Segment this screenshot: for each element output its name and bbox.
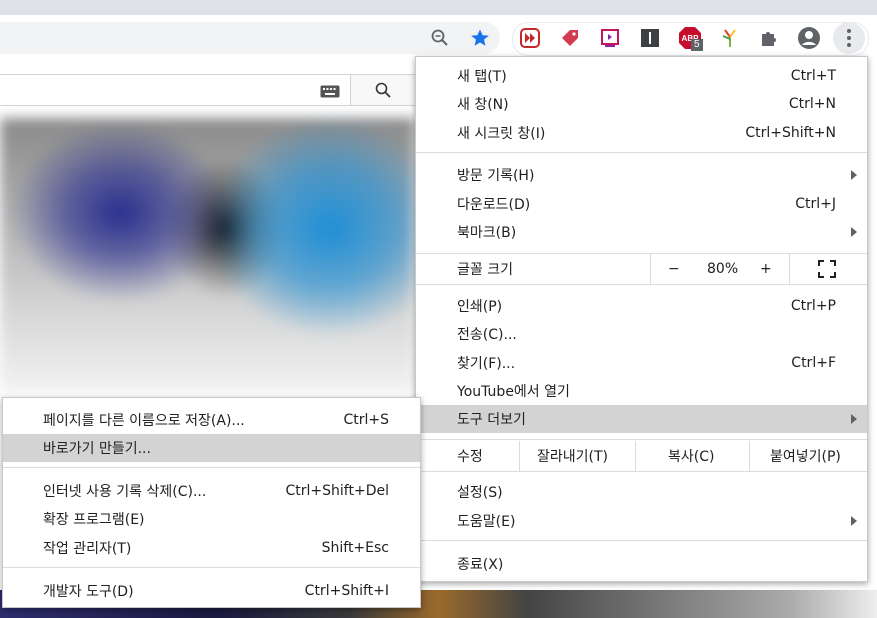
submenu-item-label: 개발자 도구(D) — [43, 584, 134, 600]
menu-item-shortcut: Ctrl+F — [791, 355, 836, 371]
copy-button[interactable]: 복사(C) — [668, 446, 714, 466]
extensions-puzzle-icon[interactable] — [753, 22, 785, 54]
menu-item-label: 설정(S) — [457, 485, 503, 501]
menu-item-shortcut: Ctrl+N — [788, 96, 836, 112]
menu-item-label: 새 시크릿 창(I) — [457, 126, 546, 142]
edit-divider — [749, 441, 750, 471]
video-thumbnail[interactable] — [0, 118, 415, 393]
zoom-level-value: 80% — [707, 261, 739, 277]
menu-item-new-window[interactable]: 새 창(N) Ctrl+N — [416, 90, 867, 118]
menu-item-label: 종료(X) — [457, 557, 504, 573]
zoom-out-button[interactable]: − — [668, 261, 680, 277]
extension-screenshot-icon[interactable] — [594, 22, 626, 54]
adblock-plus-icon[interactable]: ABP 5 — [674, 22, 706, 54]
chrome-main-menu: 새 탭(T) Ctrl+T 새 창(N) Ctrl+N 새 시크릿 창(I) C… — [415, 56, 868, 582]
menu-item-bookmarks[interactable]: 북마크(B) — [416, 218, 867, 246]
extension-fast-forward-icon[interactable] — [514, 22, 546, 54]
search-input[interactable] — [0, 74, 351, 106]
submenu-item-create-shortcut[interactable]: 바로가기 만들기... — [3, 434, 420, 462]
menu-divider — [416, 471, 867, 472]
menu-item-open-in-youtube[interactable]: YouTube에서 열기 — [416, 377, 867, 405]
menu-item-shortcut: Ctrl+J — [795, 196, 836, 212]
tab-strip — [0, 0, 877, 15]
menu-item-label: 방문 기록(H) — [457, 168, 535, 184]
submenu-item-shortcut: Ctrl+S — [343, 412, 389, 428]
submenu-item-developer-tools[interactable]: 개발자 도구(D) Ctrl+Shift+I — [3, 577, 420, 605]
menu-item-shortcut: Ctrl+P — [790, 298, 836, 314]
profile-avatar-icon[interactable] — [793, 22, 825, 54]
more-tools-submenu: 페이지를 다른 이름으로 저장(A)... Ctrl+S 바로가기 만들기...… — [2, 397, 421, 608]
menu-item-print[interactable]: 인쇄(P) Ctrl+P — [416, 292, 867, 320]
submenu-item-shortcut: Ctrl+Shift+I — [304, 583, 389, 599]
paste-button[interactable]: 붙여넣기(P) — [770, 446, 841, 466]
menu-item-downloads[interactable]: 다운로드(D) Ctrl+J — [416, 190, 867, 218]
submenu-item-save-page[interactable]: 페이지를 다른 이름으로 저장(A)... Ctrl+S — [3, 406, 420, 434]
more-menu-icon[interactable] — [833, 22, 865, 54]
edit-divider — [519, 441, 520, 471]
menu-divider — [416, 152, 867, 153]
submenu-item-label: 인터넷 사용 기록 삭제(C)... — [43, 484, 207, 500]
search-button[interactable] — [350, 74, 417, 106]
fullscreen-icon[interactable] — [818, 260, 836, 282]
menu-divider — [416, 540, 867, 541]
extension-instapaper-icon[interactable] — [634, 22, 666, 54]
menu-item-label: 전송(C)... — [457, 327, 517, 343]
adblock-badge: 5 — [691, 39, 703, 51]
zoom-divider — [650, 254, 651, 284]
menu-item-label: 도구 더보기 — [457, 412, 526, 428]
submenu-item-shortcut: Shift+Esc — [321, 540, 389, 556]
submenu-item-label: 작업 관리자(T) — [43, 541, 132, 557]
submenu-arrow-icon — [851, 516, 857, 526]
keyboard-icon[interactable] — [320, 83, 340, 102]
menu-item-label: 새 탭(T) — [457, 69, 507, 85]
menu-edit-row: 수정 잘라내기(T) 복사(C) 붙여넣기(P) — [416, 441, 867, 471]
submenu-arrow-icon — [851, 414, 857, 424]
submenu-item-extensions[interactable]: 확장 프로그램(E) — [3, 505, 420, 533]
submenu-item-label: 확장 프로그램(E) — [43, 512, 145, 528]
menu-item-label: 찾기(F)... — [457, 356, 516, 372]
menu-item-label: 새 창(N) — [457, 97, 509, 113]
zoom-label: 글꼴 크기 — [457, 262, 513, 278]
menu-item-new-tab[interactable]: 새 탭(T) Ctrl+T — [416, 62, 867, 90]
menu-item-shortcut: Ctrl+T — [790, 68, 836, 84]
zoom-icon[interactable] — [424, 22, 456, 54]
bookmark-star-icon[interactable] — [464, 22, 496, 54]
submenu-arrow-icon — [851, 227, 857, 237]
zoom-in-button[interactable]: + — [760, 261, 772, 277]
menu-divider — [3, 467, 420, 468]
menu-item-find[interactable]: 찾기(F)... Ctrl+F — [416, 349, 867, 377]
menu-item-label: 북마크(B) — [457, 225, 517, 241]
submenu-arrow-icon — [851, 170, 857, 180]
menu-item-incognito[interactable]: 새 시크릿 창(I) Ctrl+Shift+N — [416, 119, 867, 147]
edit-label: 수정 — [457, 449, 483, 465]
submenu-item-clear-browsing-data[interactable]: 인터넷 사용 기록 삭제(C)... Ctrl+Shift+Del — [3, 477, 420, 505]
menu-divider — [416, 439, 867, 440]
menu-item-label: 인쇄(P) — [457, 299, 503, 315]
menu-item-label: 다운로드(D) — [457, 197, 531, 213]
zoom-divider — [789, 254, 790, 284]
submenu-item-label: 바로가기 만들기... — [43, 441, 151, 457]
extension-tag-icon[interactable] — [554, 22, 586, 54]
menu-item-label: YouTube에서 열기 — [457, 384, 570, 400]
menu-item-shortcut: Ctrl+Shift+N — [745, 125, 836, 141]
submenu-item-label: 페이지를 다른 이름으로 저장(A)... — [43, 413, 245, 429]
menu-item-help[interactable]: 도움말(E) — [416, 507, 867, 535]
submenu-item-shortcut: Ctrl+Shift+Del — [285, 483, 389, 499]
menu-zoom-row: 글꼴 크기 − 80% + — [416, 254, 867, 284]
submenu-item-task-manager[interactable]: 작업 관리자(T) Shift+Esc — [3, 534, 420, 562]
menu-item-exit[interactable]: 종료(X) — [416, 550, 867, 578]
cut-button[interactable]: 잘라내기(T) — [537, 446, 608, 466]
menu-item-cast[interactable]: 전송(C)... — [416, 320, 867, 348]
menu-divider — [416, 284, 867, 285]
menu-item-label: 도움말(E) — [457, 514, 516, 530]
menu-item-settings[interactable]: 설정(S) — [416, 478, 867, 506]
menu-item-history[interactable]: 방문 기록(H) — [416, 161, 867, 189]
menu-item-more-tools[interactable]: 도구 더보기 — [416, 405, 867, 433]
menu-divider — [3, 567, 420, 568]
extension-feather-icon[interactable] — [714, 22, 746, 54]
edit-divider — [635, 441, 636, 471]
